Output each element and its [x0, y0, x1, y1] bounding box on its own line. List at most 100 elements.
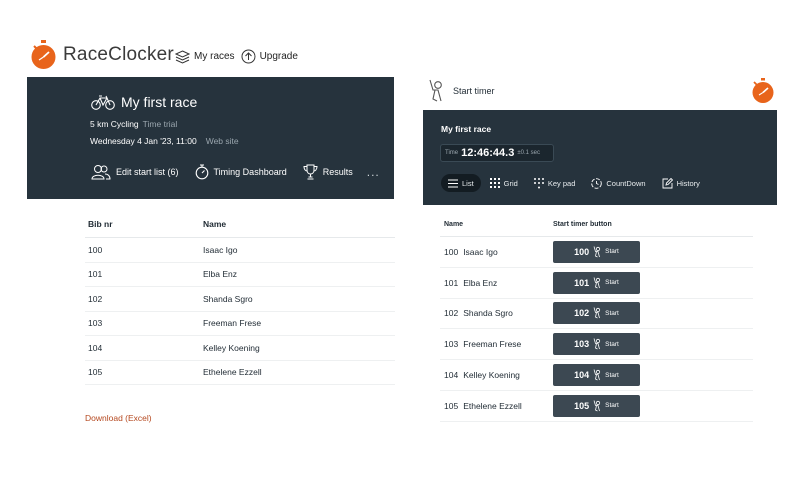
start-button-bib: 104: [574, 370, 590, 381]
more-options-button[interactable]: ...: [367, 165, 380, 179]
runner-start-icon: [593, 400, 602, 412]
bib-cell: 101: [88, 269, 103, 280]
name-cell: Ethelene Ezzell: [203, 367, 262, 378]
tab-history-label: History: [676, 178, 700, 188]
timing-dashboard-button[interactable]: Timing Dashboard: [195, 164, 287, 180]
bib-cell: 105: [88, 367, 103, 378]
athlete-name: Elba Enz: [463, 277, 498, 288]
bib-number: 102: [444, 308, 459, 319]
stopwatch-logo-icon: [31, 40, 56, 69]
athlete-name: Isaac Igo: [463, 246, 498, 257]
bib-number: 101: [444, 277, 459, 288]
arrow-up-circle-icon: [241, 49, 256, 64]
start-button[interactable]: 105 Start: [553, 394, 640, 417]
table-row: 102 Shanda Sgro: [85, 287, 395, 312]
start-button[interactable]: 102 Start: [553, 302, 640, 325]
name-cell: Kelley Koening: [203, 342, 260, 353]
start-timer-header: Start timer: [428, 79, 495, 103]
table-row: 103 Freeman Frese 103 Start: [440, 329, 753, 361]
race-date-row: Wednesday 4 Jan '23, 11:00 Web site: [90, 136, 239, 146]
athlete-cell: 103 Freeman Frese: [440, 339, 553, 349]
start-button[interactable]: 100 Start: [553, 240, 640, 263]
timer-race-title: My first race: [441, 124, 492, 134]
timing-dashboard-label: Timing Dashboard: [213, 167, 287, 177]
athlete-name: Kelley Koening: [463, 370, 520, 381]
start-timer-heading: Start timer: [453, 86, 495, 96]
race-date: Wednesday 4 Jan '23, 11:00: [90, 136, 197, 146]
start-button-bib: 102: [574, 308, 590, 319]
table-row: 105 Ethelene Ezzell: [85, 361, 395, 385]
runner-start-icon: [593, 277, 602, 289]
results-label: Results: [322, 167, 353, 177]
top-nav: My races Upgrade: [175, 49, 304, 64]
start-button-label: Start: [605, 340, 619, 348]
trophy-icon: [303, 164, 318, 180]
name-cell: Shanda Sgro: [203, 293, 253, 304]
list-icon: [448, 179, 458, 187]
table-row: 101 Elba Enz 101 Start: [440, 268, 753, 299]
start-button-label: Start: [605, 309, 619, 317]
edit-start-list-button[interactable]: Edit start list (6): [91, 164, 179, 180]
bib-cell: 104: [88, 342, 103, 353]
start-button-column-header: Start timer button: [553, 221, 612, 228]
athlete-name: Freeman Frese: [463, 339, 522, 350]
stopwatch-icon: [195, 164, 208, 180]
start-button-bib: 103: [574, 339, 590, 350]
countdown-icon: [591, 177, 603, 189]
brand-name: RaceClocker: [63, 44, 174, 65]
clock-display: Time 12:46:44.3 ±0.1 sec: [440, 144, 554, 162]
clock-label: Time: [445, 150, 459, 156]
start-list-header: Bib nr Name: [85, 210, 395, 238]
tab-countdown-label: CountDown: [606, 178, 646, 188]
grid-icon: [489, 178, 500, 188]
clock-precision: ±0.1 sec: [517, 150, 540, 156]
timer-card: My first race Time 12:46:44.3 ±0.1 sec L…: [423, 110, 777, 205]
upgrade-link[interactable]: Upgrade: [241, 49, 298, 64]
start-button[interactable]: 104 Start: [553, 364, 640, 387]
start-button[interactable]: 103 Start: [553, 333, 640, 356]
tab-grid[interactable]: Grid: [483, 174, 525, 192]
my-races-label: My races: [194, 51, 235, 62]
download-excel-link[interactable]: Download (Excel): [85, 413, 152, 423]
start-button-label: Start: [605, 248, 619, 256]
stopwatch-logo-icon: [752, 78, 774, 103]
layers-icon: [175, 49, 190, 64]
runner-start-icon: [593, 246, 602, 258]
bib-cell: 100: [88, 244, 103, 255]
athlete-name: Ethelene Ezzell: [463, 400, 522, 411]
race-card: My first race 5 km Cycling Time trial Wed…: [27, 77, 394, 199]
race-type: Time trial: [142, 119, 178, 129]
tab-list[interactable]: List: [441, 174, 481, 192]
bib-number: 103: [444, 339, 459, 350]
tab-keypad[interactable]: Key pad: [527, 174, 583, 192]
raceclocker-logo[interactable]: RaceClocker: [30, 40, 174, 70]
start-timer-table-header: Name Start timer button: [440, 213, 753, 237]
athlete-cell: 101 Elba Enz: [440, 278, 553, 288]
bib-number: 100: [444, 246, 459, 257]
website-link[interactable]: Web site: [206, 136, 239, 146]
name-column-header: Name: [203, 218, 227, 229]
bib-cell: 102: [88, 293, 103, 304]
clock-time: 12:46:44.3: [461, 147, 515, 159]
tab-history[interactable]: History: [655, 174, 707, 192]
tab-keypad-label: Key pad: [547, 178, 576, 188]
start-list-table: Bib nr Name 100 Isaac Igo 101 Elba Enz 1…: [85, 210, 395, 385]
timer-view-tabs: List Grid Key pad CountDown History: [441, 174, 709, 192]
edit-start-list-label: Edit start list (6): [116, 167, 179, 177]
my-races-link[interactable]: My races: [175, 49, 235, 64]
edit-note-icon: [662, 177, 673, 188]
start-button[interactable]: 101 Start: [553, 271, 640, 294]
start-button-bib: 101: [574, 277, 590, 288]
start-timer-table: Name Start timer button 100 Isaac Igo 100…: [440, 213, 753, 422]
results-button[interactable]: Results: [303, 164, 353, 180]
runner-start-icon: [593, 307, 602, 319]
start-button-bib: 105: [574, 400, 590, 411]
bib-number: 104: [444, 370, 459, 381]
bib-column-header: Bib nr: [88, 218, 113, 229]
tab-countdown[interactable]: CountDown: [584, 174, 652, 192]
table-row: 104 Kelley Koening 104 Start: [440, 360, 753, 391]
athlete-cell: 102 Shanda Sgro: [440, 308, 553, 318]
table-row: 102 Shanda Sgro 102 Start: [440, 299, 753, 330]
race-card-menu: Edit start list (6) Timing Dashboard Res…: [91, 164, 380, 180]
table-row: 101 Elba Enz: [85, 263, 395, 287]
